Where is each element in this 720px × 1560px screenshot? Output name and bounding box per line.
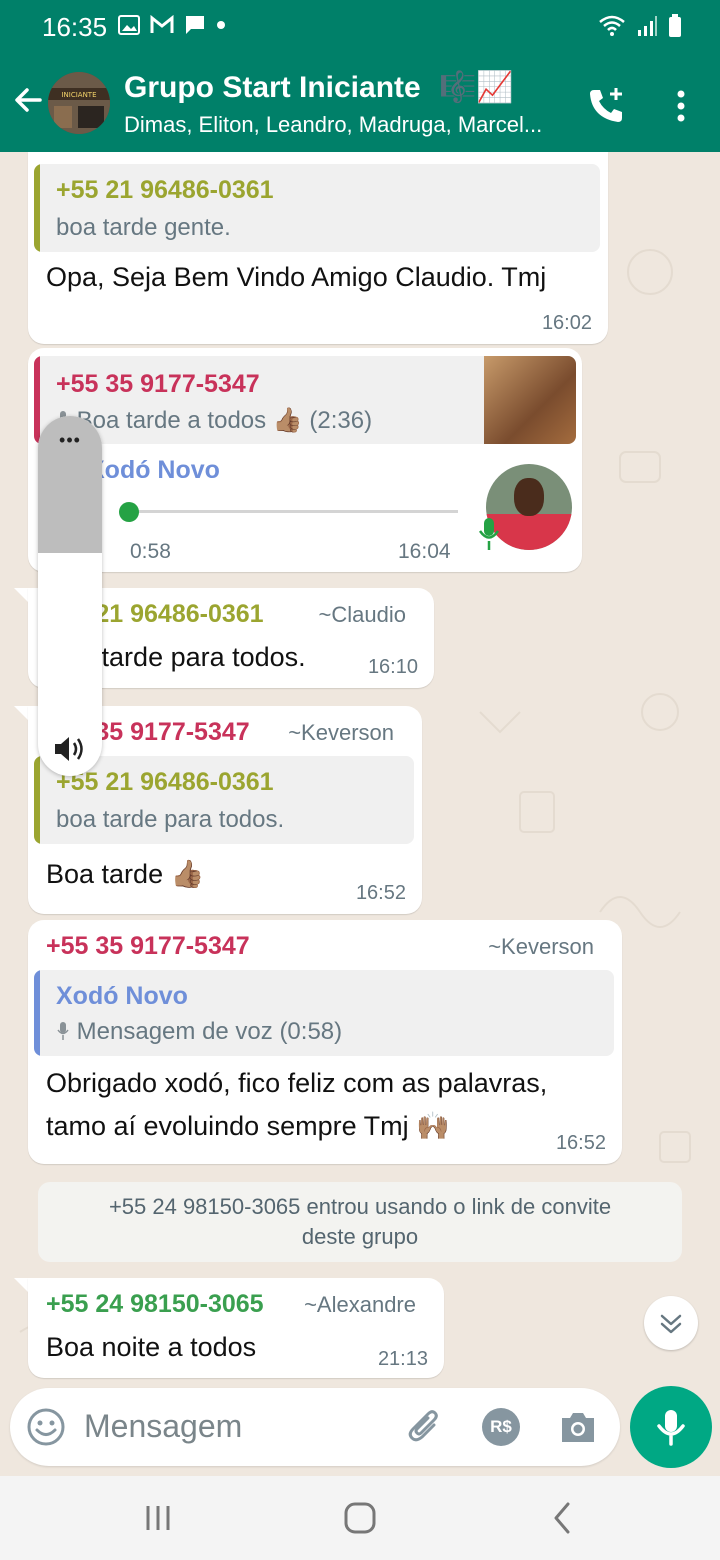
- voice-progress-thumb[interactable]: [119, 502, 139, 522]
- quoted-text: Mensagem de voz (0:58): [56, 1018, 342, 1046]
- sender-pushname: ~Keverson: [288, 720, 394, 745]
- system-status-icons: [598, 14, 682, 38]
- quoted-thumbnail: [484, 356, 576, 444]
- mic-small-icon: [57, 1022, 69, 1040]
- voice-progress-track[interactable]: [128, 510, 458, 513]
- status-bar: 16:35: [0, 0, 720, 56]
- quote-bar: [34, 970, 40, 1056]
- quoted-message[interactable]: Xodó Novo Mensagem de voz (0:58): [34, 970, 614, 1056]
- quoted-message[interactable]: +55 21 96486-0361 boa tarde para todos.: [34, 756, 414, 844]
- payment-label: R$: [490, 1417, 512, 1436]
- message-time: 16:10: [367, 656, 418, 678]
- speaker-icon[interactable]: [52, 734, 88, 764]
- back-arrow-icon[interactable]: [10, 82, 46, 118]
- attach-icon[interactable]: [406, 1407, 446, 1447]
- message-text: Opa, Seja Bem Vindo Amigo Claudio. Tmj: [46, 262, 547, 292]
- bubble-tail: [14, 588, 28, 602]
- chat-area[interactable]: +55 21 96486-0361 boa tarde gente. Opa, …: [0, 152, 720, 1474]
- add-call-icon[interactable]: [586, 84, 628, 126]
- system-message-line-2: deste grupo: [301, 1224, 419, 1249]
- message-time: 16:04: [398, 540, 451, 563]
- chat-header: INICIANTE Grupo Start Iniciante 🎼📈 Dimas…: [0, 56, 720, 152]
- system-message: +55 24 98150-3065 entrou usando o link d…: [38, 1182, 682, 1262]
- quoted-text: boa tarde para todos.: [56, 806, 285, 833]
- quoted-text-value: Mensagem de voz (0:58): [76, 1018, 343, 1045]
- gmail-icon: [150, 15, 174, 33]
- back-icon[interactable]: [542, 1498, 582, 1538]
- group-avatar[interactable]: INICIANTE: [48, 72, 110, 134]
- sender-pushname: ~Alexandre: [304, 1292, 416, 1317]
- status-time: 16:35: [42, 12, 108, 42]
- group-title[interactable]: Grupo Start Iniciante 🎼📈: [124, 70, 514, 105]
- message-text: Boa noite a todos: [46, 1332, 257, 1362]
- bubble-tail: [14, 1278, 28, 1292]
- message-time: 16:52: [555, 1132, 606, 1154]
- message-time: 16:02: [541, 312, 592, 334]
- sender-pushname: ~Keverson: [488, 934, 594, 959]
- system-navigation-bar: [0, 1476, 720, 1560]
- voice-message-bubble[interactable]: +55 35 9177-5347 Boa tarde a todos 👍🏽 (2…: [28, 348, 582, 572]
- bubble-tail: [14, 706, 28, 720]
- quoted-text-value: Boa tarde a todos 👍🏽 (2:36): [76, 407, 373, 434]
- signal-icon: [638, 16, 657, 36]
- camera-icon[interactable]: [558, 1410, 598, 1446]
- notification-icons: [118, 14, 226, 36]
- quote-bar: [34, 756, 40, 844]
- message-text-line-1: Obrigado xodó, fico feliz com as palavra…: [46, 1068, 548, 1098]
- group-avatar-label: INICIANTE: [61, 91, 96, 99]
- message-text-line-2: tamo aí evoluindo sempre Tmj 🙌🏽: [46, 1111, 450, 1141]
- wifi-icon: [599, 15, 625, 36]
- message-composer: Mensagem R$: [10, 1388, 620, 1466]
- recent-apps-icon[interactable]: [138, 1498, 178, 1538]
- message-time: 16:52: [355, 882, 406, 904]
- quoted-sender: +55 35 9177-5347: [56, 370, 260, 398]
- dot-icon: [217, 21, 225, 29]
- message-input[interactable]: Mensagem: [84, 1408, 242, 1445]
- gallery-icon: [118, 15, 140, 35]
- voice-duration: 0:58: [130, 540, 171, 563]
- sender-phone[interactable]: +55 24 98150-3065: [46, 1290, 264, 1319]
- battery-icon: [669, 14, 681, 37]
- voice-mic-icon: [478, 518, 500, 550]
- message-text: Boa tarde 👍🏽: [46, 859, 205, 889]
- chat-notification-icon: [186, 16, 204, 34]
- quoted-sender: Xodó Novo: [56, 982, 188, 1010]
- message-bubble[interactable]: +55 24 98150-3065 ~Alexandre Boa noite a…: [28, 1278, 444, 1378]
- voice-record-button[interactable]: [630, 1386, 712, 1468]
- group-title-text: Grupo Start Iniciante: [124, 71, 421, 104]
- volume-menu-dots[interactable]: •••: [38, 430, 102, 451]
- group-avatar-image: INICIANTE: [48, 72, 110, 134]
- emoji-icon[interactable]: [26, 1407, 66, 1447]
- quoted-sender: +55 21 96486-0361: [56, 176, 274, 204]
- microphone-icon: [657, 1410, 685, 1446]
- sender-phone[interactable]: +55 35 9177-5347: [46, 932, 250, 961]
- group-title-emoji: 🎼📈: [439, 71, 514, 104]
- volume-panel[interactable]: •••: [38, 416, 102, 776]
- message-time: 21:13: [377, 1348, 428, 1370]
- sender-pushname: ~Claudio: [318, 602, 406, 627]
- double-chevron-down-icon: [660, 1314, 682, 1334]
- scroll-to-bottom-button[interactable]: [644, 1296, 698, 1350]
- quoted-text: Boa tarde a todos 👍🏽 (2:36): [56, 406, 372, 435]
- quote-bar: [34, 164, 40, 252]
- more-options-icon[interactable]: [666, 86, 696, 126]
- message-bubble[interactable]: +55 35 9177-5347 ~Keverson Xodó Novo Men…: [28, 920, 622, 1164]
- payment-button[interactable]: R$: [482, 1408, 520, 1446]
- group-members[interactable]: Dimas, Eliton, Leandro, Madruga, Marcel.…: [124, 112, 564, 138]
- home-icon[interactable]: [340, 1498, 380, 1538]
- voice-sender: Xodó Novo: [88, 456, 220, 484]
- quoted-message[interactable]: +55 21 96486-0361 boa tarde gente.: [34, 164, 600, 252]
- quoted-text: boa tarde gente.: [56, 214, 231, 241]
- system-message-line-1: +55 24 98150-3065 entrou usando o link d…: [108, 1194, 612, 1219]
- quoted-message[interactable]: +55 35 9177-5347 Boa tarde a todos 👍🏽 (2…: [34, 356, 576, 444]
- quoted-sender: +55 21 96486-0361: [56, 768, 274, 796]
- message-bubble[interactable]: +55 21 96486-0361 boa tarde gente. Opa, …: [28, 152, 608, 344]
